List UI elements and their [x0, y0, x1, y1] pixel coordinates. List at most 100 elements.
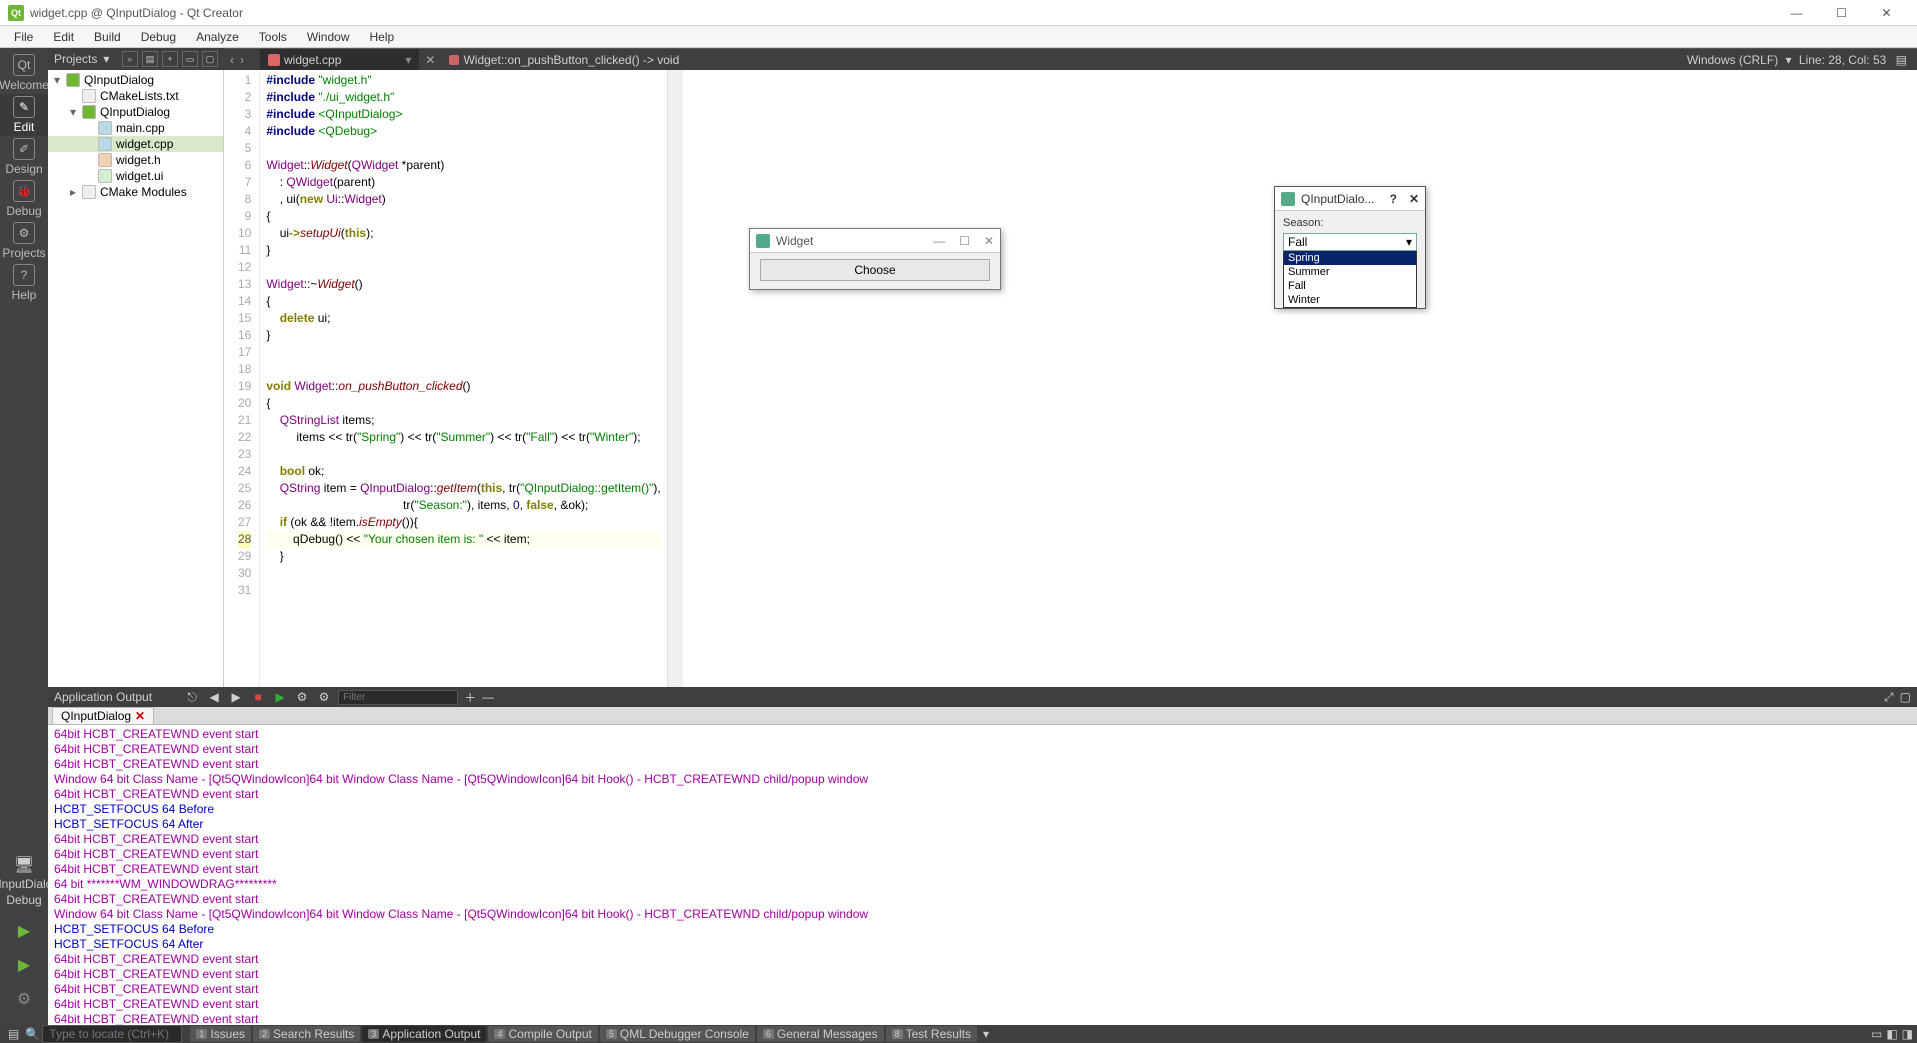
- menu-help[interactable]: Help: [360, 27, 405, 47]
- output-filter-input[interactable]: [338, 690, 458, 705]
- code-line[interactable]: ui->setupUi(this);: [266, 225, 660, 242]
- line-number[interactable]: 1: [238, 72, 251, 89]
- line-number[interactable]: 29: [238, 548, 251, 565]
- output-toolbar-icon-3[interactable]: ■: [250, 689, 266, 705]
- tree-node-qinputdialog[interactable]: ▾QInputDialog: [48, 104, 223, 120]
- window-close-button[interactable]: ✕: [1864, 0, 1909, 26]
- projects-header-icon-3[interactable]: ▭: [182, 51, 198, 67]
- locator-input[interactable]: [42, 1025, 182, 1043]
- code-line[interactable]: [266, 565, 660, 582]
- line-number[interactable]: 6: [238, 157, 251, 174]
- widget-max-button[interactable]: ☐: [959, 234, 970, 248]
- tree-node-widget-h[interactable]: widget.h: [48, 152, 223, 168]
- dialog-close-button[interactable]: ✕: [1409, 192, 1419, 206]
- dialog-help-button[interactable]: ?: [1390, 192, 1397, 206]
- menu-build[interactable]: Build: [84, 27, 131, 47]
- mode-design[interactable]: ✐Design: [0, 136, 48, 178]
- menu-file[interactable]: File: [4, 27, 43, 47]
- code-line[interactable]: [266, 361, 660, 378]
- code-line[interactable]: tr("Season:"), items, 0, false, &ok);: [266, 497, 660, 514]
- code-line[interactable]: void Widget::on_pushButton_clicked(): [266, 378, 660, 395]
- tree-node-widget-ui[interactable]: widget.ui: [48, 168, 223, 184]
- window-maximize-button[interactable]: ☐: [1819, 0, 1864, 26]
- code-line[interactable]: : QWidget(parent): [266, 174, 660, 191]
- output-expand-icon[interactable]: ⤢: [1884, 690, 1894, 705]
- widget-min-button[interactable]: —: [933, 234, 945, 248]
- line-number[interactable]: 31: [238, 582, 251, 599]
- code-line[interactable]: #include "./ui_widget.h": [266, 89, 660, 106]
- line-number[interactable]: 9: [238, 208, 251, 225]
- code-line[interactable]: items << tr("Spring") << tr("Summer") <<…: [266, 429, 660, 446]
- editor-tab-close-button[interactable]: ✕: [419, 53, 441, 67]
- code-line[interactable]: [266, 582, 660, 599]
- mode-projects[interactable]: ⚙Projects: [0, 220, 48, 262]
- symbol-combo[interactable]: Widget::on_pushButton_clicked() -> void: [441, 49, 687, 71]
- output-add-icon[interactable]: ＋: [464, 689, 476, 706]
- code-line[interactable]: bool ok;: [266, 463, 660, 480]
- projects-header-icon-2[interactable]: +: [162, 51, 178, 67]
- tree-node-main-cpp[interactable]: main.cpp: [48, 120, 223, 136]
- code-line[interactable]: }: [266, 242, 660, 259]
- status-tab-qml-debugger-console[interactable]: 5QML Debugger Console: [600, 1026, 755, 1042]
- tree-twisty-icon[interactable]: ▾: [52, 73, 62, 87]
- status-sidebar-left-icon[interactable]: ◨: [1902, 1027, 1913, 1041]
- project-tree[interactable]: ▾QInputDialogCMakeLists.txt▾QInputDialog…: [48, 70, 224, 687]
- code-line[interactable]: QString item = QInputDialog::getItem(thi…: [266, 480, 660, 497]
- code-line[interactable]: {: [266, 395, 660, 412]
- build-button[interactable]: ⚙: [12, 987, 36, 1011]
- code-line[interactable]: #include "widget.h": [266, 72, 660, 89]
- status-progress-icon[interactable]: ▭: [1871, 1027, 1882, 1041]
- line-number[interactable]: 30: [238, 565, 251, 582]
- line-number[interactable]: 19: [238, 378, 251, 395]
- menu-debug[interactable]: Debug: [131, 27, 186, 47]
- code-line[interactable]: #include <QDebug>: [266, 123, 660, 140]
- output-toolbar-icon-5[interactable]: ⚙: [294, 689, 310, 705]
- output-toolbar-icon-2[interactable]: ▶: [228, 689, 244, 705]
- code-line[interactable]: }: [266, 327, 660, 344]
- status-sidebar-right-icon[interactable]: ◧: [1886, 1027, 1897, 1041]
- line-number[interactable]: 16: [238, 327, 251, 344]
- code-line[interactable]: Widget::Widget(QWidget *parent): [266, 157, 660, 174]
- line-number[interactable]: 21: [238, 412, 251, 429]
- mode-help[interactable]: ?Help: [0, 262, 48, 304]
- nav-back-button[interactable]: ‹: [228, 53, 236, 67]
- window-minimize-button[interactable]: —: [1774, 0, 1819, 26]
- widget-close-button[interactable]: ✕: [984, 234, 994, 248]
- split-icon[interactable]: ▤: [1896, 53, 1907, 67]
- tree-twisty-icon[interactable]: ▸: [68, 185, 78, 199]
- line-number[interactable]: 17: [238, 344, 251, 361]
- line-number[interactable]: 13: [238, 276, 251, 293]
- line-number[interactable]: 20: [238, 395, 251, 412]
- line-number[interactable]: 18: [238, 361, 251, 378]
- tree-node-cmake-modules[interactable]: ▸CMake Modules: [48, 184, 223, 200]
- output-toolbar-icon-0[interactable]: ⎋: [184, 689, 200, 705]
- mode-edit[interactable]: ✎Edit: [0, 94, 48, 136]
- code-line[interactable]: {: [266, 208, 660, 225]
- line-number[interactable]: 27: [238, 514, 251, 531]
- status-tab-issues[interactable]: 1Issues: [190, 1026, 251, 1042]
- line-number[interactable]: 8: [238, 191, 251, 208]
- line-number[interactable]: 10: [238, 225, 251, 242]
- line-number[interactable]: 15: [238, 310, 251, 327]
- code-line[interactable]: #include <QInputDialog>: [266, 106, 660, 123]
- menu-edit[interactable]: Edit: [43, 27, 84, 47]
- mode-welcome[interactable]: QtWelcome: [0, 52, 48, 94]
- status-tab-test-results[interactable]: 8Test Results: [886, 1026, 977, 1042]
- code-line[interactable]: delete ui;: [266, 310, 660, 327]
- season-option-summer[interactable]: Summer: [1284, 265, 1416, 279]
- line-number[interactable]: 11: [238, 242, 251, 259]
- code-line[interactable]: }: [266, 548, 660, 565]
- code-line[interactable]: QStringList items;: [266, 412, 660, 429]
- code-line[interactable]: [266, 140, 660, 157]
- line-number[interactable]: 3: [238, 106, 251, 123]
- kit-selector[interactable]: 🖥QInputDialogDebug: [0, 851, 48, 911]
- output-toolbar-icon-6[interactable]: ⚙: [316, 689, 332, 705]
- tree-node-widget-cpp[interactable]: widget.cpp: [48, 136, 223, 152]
- status-menu-icon[interactable]: ▤: [4, 1027, 23, 1041]
- debug-button[interactable]: ▶: [12, 953, 36, 977]
- run-button[interactable]: ▶: [12, 919, 36, 943]
- running-app-widget-window[interactable]: Widget — ☐ ✕ Choose: [749, 228, 1001, 290]
- code-line[interactable]: Widget::~Widget(): [266, 276, 660, 293]
- output-toolbar-icon-4[interactable]: ▶: [272, 689, 288, 705]
- line-number[interactable]: 2: [238, 89, 251, 106]
